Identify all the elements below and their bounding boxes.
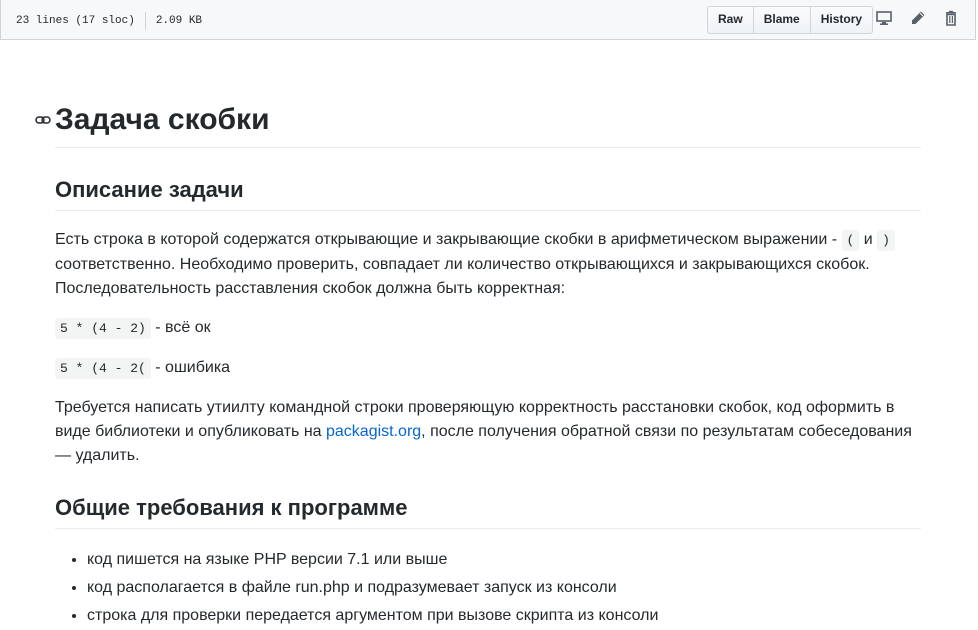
requirements-list: код пишется на языке PHP версии 7.1 или …	[55, 546, 658, 630]
section-heading-description: Описание задачи	[55, 177, 244, 202]
section-heading-requirements: Общие требования к программе	[55, 495, 408, 520]
example-text: - ошибика	[150, 359, 231, 376]
section-divider	[55, 528, 921, 529]
file-size: 2.09 KB	[155, 15, 203, 27]
description-text: Последовательность расставления скобок д…	[55, 280, 566, 297]
list-item: код пишется на языке PHP версии 7.1 или …	[87, 546, 658, 574]
list-item: код располагается в файле run.php и подр…	[87, 574, 658, 602]
link-icon[interactable]	[35, 112, 51, 133]
description-text: Есть строка в которой содержатся открыва…	[55, 231, 842, 248]
file-info: 23 lines (17 sloc) 2.09 KB	[16, 12, 202, 30]
file-actions-group: Raw Blame History	[707, 6, 874, 34]
inline-code: (	[841, 230, 860, 251]
file-lines: 23 lines (17 sloc)	[16, 15, 135, 27]
blame-button[interactable]: Blame	[752, 6, 811, 34]
example-code: 5 * (4 - 2)	[55, 318, 151, 339]
example-error: 5 * (4 - 2( - ошибика	[55, 356, 921, 381]
example-code: 5 * (4 - 2(	[55, 358, 151, 379]
inline-code: )	[877, 230, 895, 251]
example-correct: 5 * (4 - 2) - всё ок	[55, 316, 921, 341]
divider	[144, 12, 146, 30]
title-wrap: Задача скобки	[35, 100, 921, 140]
file-header: 23 lines (17 sloc) 2.09 KB Raw Blame His…	[0, 0, 976, 40]
page-title: Задача скобки	[55, 103, 270, 136]
packagist-link[interactable]: packagist.org	[326, 423, 421, 440]
pencil-icon[interactable]	[910, 10, 928, 28]
description-text: соответственно. Необходимо проверить, со…	[55, 256, 870, 273]
conjunction-text: и	[859, 231, 878, 248]
requirements-paragraph: Требуется написать утиилту командной стр…	[55, 396, 921, 468]
trash-icon[interactable]	[943, 10, 961, 28]
list-item: строка для проверки передается аргументо…	[87, 602, 658, 630]
desktop-icon[interactable]	[876, 10, 894, 28]
title-divider	[55, 147, 921, 148]
description-paragraph: Есть строка в которой содержатся открыва…	[55, 228, 921, 301]
raw-button[interactable]: Raw	[707, 6, 754, 34]
section-divider	[55, 210, 921, 211]
history-button[interactable]: History	[809, 6, 874, 34]
example-text: - всё ок	[150, 319, 211, 336]
